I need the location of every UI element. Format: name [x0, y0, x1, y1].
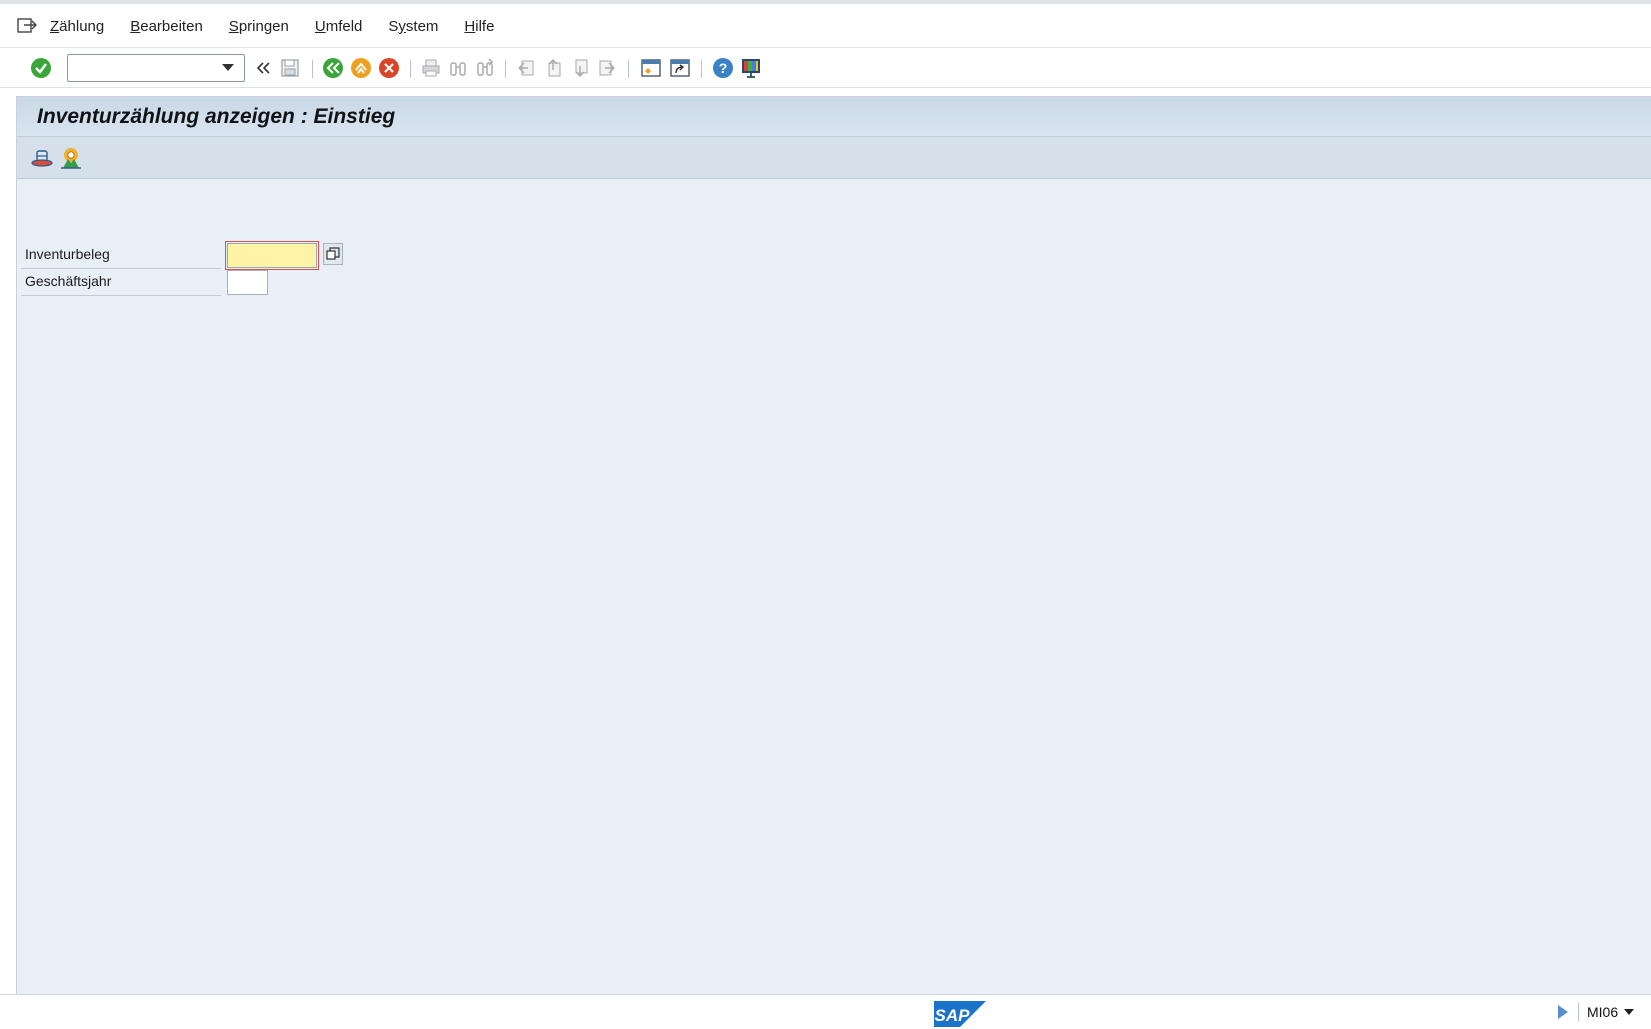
toolbar-separator: [312, 60, 313, 78]
user-group-icon[interactable]: [59, 146, 83, 170]
back-icon[interactable]: [321, 56, 345, 80]
form-row-geschaeftsjahr: Geschäftsjahr: [21, 269, 341, 296]
title-bar: Inventurzählung anzeigen : Einstieg: [17, 97, 1651, 137]
last-page-icon[interactable]: [595, 56, 619, 80]
status-separator: [1578, 1003, 1579, 1021]
status-bar: SAP MI06: [0, 994, 1651, 1029]
menu-bearbeiten[interactable]: Bearbeiten: [130, 18, 203, 35]
create-session-icon[interactable]: [639, 56, 663, 80]
menu-exit-icon[interactable]: [16, 16, 38, 36]
toolbar-separator: [701, 60, 702, 78]
previous-page-icon[interactable]: [541, 56, 565, 80]
customize-layout-icon[interactable]: [739, 56, 763, 80]
svg-text:?: ?: [719, 60, 728, 76]
enter-icon[interactable]: [29, 56, 53, 80]
print-icon[interactable]: [419, 56, 443, 80]
geschaeftsjahr-label: Geschäftsjahr: [21, 269, 221, 296]
toolbar-separator: [505, 60, 506, 78]
menu-bar: Zählung Bearbeiten Springen Umfeld Syste…: [0, 4, 1651, 48]
find-icon[interactable]: [446, 56, 470, 80]
page-title: Inventurzählung anzeigen : Einstieg: [37, 105, 396, 128]
toolbar-separator: [410, 60, 411, 78]
save-icon[interactable]: [278, 56, 302, 80]
expand-status-icon[interactable]: [1558, 1005, 1568, 1019]
chevron-down-icon[interactable]: [1624, 1009, 1635, 1015]
geschaeftsjahr-input[interactable]: [227, 270, 268, 295]
first-page-icon[interactable]: [514, 56, 538, 80]
svg-text:SAP: SAP: [935, 1006, 971, 1025]
inventurbeleg-label: Inventurbeleg: [21, 242, 221, 269]
command-field[interactable]: [67, 54, 245, 82]
find-next-icon[interactable]: [473, 56, 497, 80]
form-row-inventurbeleg: Inventurbeleg: [21, 241, 343, 270]
value-help-icon: [326, 247, 340, 260]
command-field-dropdown-icon[interactable]: [222, 64, 234, 71]
value-help-button[interactable]: [323, 243, 343, 265]
help-icon[interactable]: ?: [711, 56, 735, 80]
toolbar-separator: [628, 60, 629, 78]
cancel-icon[interactable]: [377, 56, 401, 80]
menu-system[interactable]: System: [388, 18, 438, 35]
inventurbeleg-input[interactable]: [225, 241, 319, 270]
menu-springen[interactable]: Springen: [229, 18, 289, 35]
transaction-code: MI06: [1587, 1004, 1619, 1020]
menu-zaehlung[interactable]: Zählung: [50, 18, 104, 35]
shortcut-icon[interactable]: [668, 56, 692, 80]
standard-toolbar: ?: [0, 48, 1651, 88]
back-arrows-icon[interactable]: [251, 56, 275, 80]
application-toolbar: [17, 137, 1651, 179]
screen-area: Inventurzählung anzeigen : Einstieg Inve…: [16, 96, 1651, 994]
hat-icon[interactable]: [30, 146, 54, 170]
sap-logo: SAP: [934, 1001, 986, 1027]
exit-icon[interactable]: [349, 56, 373, 80]
next-page-icon[interactable]: [568, 56, 592, 80]
menu-umfeld[interactable]: Umfeld: [315, 18, 363, 35]
status-info: MI06: [1558, 1003, 1635, 1021]
menu-hilfe[interactable]: Hilfe: [464, 18, 494, 35]
